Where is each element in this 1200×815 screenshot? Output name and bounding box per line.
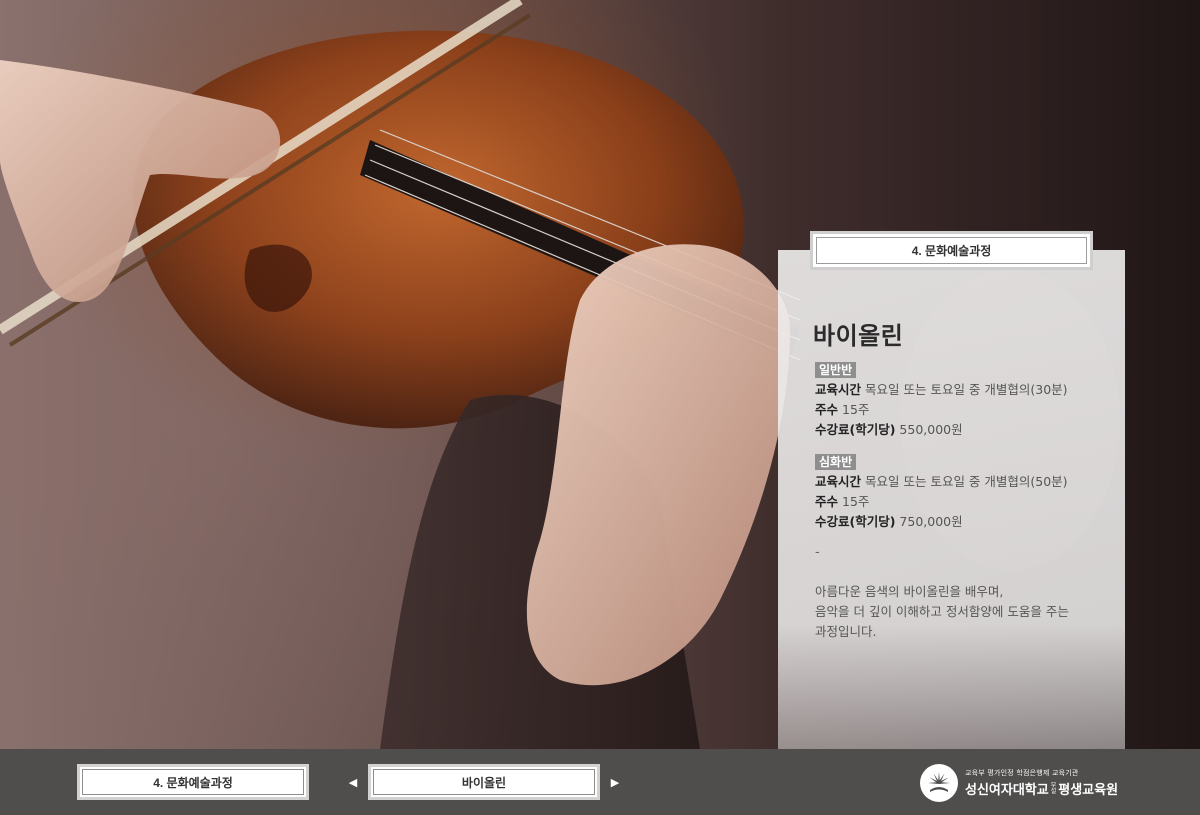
description-line: 과정입니다. bbox=[815, 624, 877, 639]
course-description: 아름다운 음색의 바이올린을 배우며, 음악을 더 깊이 이해하고 정서함양에 … bbox=[815, 582, 1115, 642]
class-row: 교육시간 목요일 또는 토요일 중 개별협의(30분) bbox=[815, 380, 1068, 400]
logo-emblem-icon bbox=[920, 764, 958, 802]
logo-subtitle: 교육부 평가인정 학점은행제 교육기관 bbox=[965, 769, 1079, 777]
row-value: 550,000원 bbox=[899, 422, 963, 437]
class-row: 교육시간 목요일 또는 토요일 중 개별협의(50분) bbox=[815, 472, 1068, 492]
institution-logo[interactable]: 교육부 평가인정 학점은행제 교육기관 성신여자대학교 부 설 평생교육원 bbox=[920, 763, 1120, 803]
logo-affix-bottom: 설 bbox=[1050, 787, 1057, 795]
class-block-advanced: 심화반 교육시간 목요일 또는 토요일 중 개별협의(50분) 주수 15주 수… bbox=[815, 452, 1068, 532]
logo-affix: 부 설 bbox=[1050, 782, 1057, 795]
row-label: 교육시간 bbox=[815, 382, 862, 397]
separator-dash: - bbox=[815, 545, 820, 560]
course-title: 바이올린 bbox=[813, 322, 904, 350]
next-course-button[interactable]: ▶ bbox=[608, 775, 622, 789]
row-value: 목요일 또는 토요일 중 개별협의(50분) bbox=[865, 474, 1068, 489]
row-label: 수강료(학기당) bbox=[815, 514, 896, 529]
nav-category-button[interactable]: 4. 문화예술과정 bbox=[77, 764, 309, 800]
class-row: 수강료(학기당) 750,000원 bbox=[815, 512, 1068, 532]
category-tab-label: 4. 문화예술과정 bbox=[816, 237, 1087, 264]
nav-category-label: 4. 문화예술과정 bbox=[82, 769, 304, 795]
row-label: 주수 bbox=[815, 402, 839, 417]
class-row: 주수 15주 bbox=[815, 492, 1068, 512]
row-label: 주수 bbox=[815, 494, 839, 509]
row-label: 교육시간 bbox=[815, 474, 862, 489]
class-row: 주수 15주 bbox=[815, 400, 1068, 420]
logo-name: 성신여자대학교 부 설 평생교육원 bbox=[965, 779, 1118, 798]
logo-text: 교육부 평가인정 학점은행제 교육기관 성신여자대학교 부 설 평생교육원 bbox=[965, 768, 1118, 798]
category-tab: 4. 문화예술과정 bbox=[810, 231, 1093, 270]
description-line: 음악을 더 깊이 이해하고 정서함양에 도움을 주는 bbox=[815, 604, 1069, 619]
logo-name-part2: 평생교육원 bbox=[1058, 783, 1119, 798]
class-row: 수강료(학기당) 550,000원 bbox=[815, 420, 1068, 440]
triangle-right-icon: ▶ bbox=[610, 775, 620, 789]
triangle-left-icon: ◀ bbox=[348, 775, 358, 789]
row-value: 목요일 또는 토요일 중 개별협의(30분) bbox=[865, 382, 1068, 397]
nav-current-label: 바이올린 bbox=[373, 769, 595, 795]
prev-course-button[interactable]: ◀ bbox=[346, 775, 360, 789]
class-badge: 일반반 bbox=[815, 362, 857, 378]
nav-current-course-button[interactable]: 바이올린 bbox=[368, 764, 600, 800]
logo-name-part1: 성신여자대학교 bbox=[965, 783, 1049, 798]
row-value: 750,000원 bbox=[899, 514, 963, 529]
row-value: 15주 bbox=[842, 402, 870, 417]
class-block-basic: 일반반 교육시간 목요일 또는 토요일 중 개별협의(30분) 주수 15주 수… bbox=[815, 360, 1068, 440]
row-value: 15주 bbox=[842, 494, 870, 509]
row-label: 수강료(학기당) bbox=[815, 422, 896, 437]
description-line: 아름다운 음색의 바이올린을 배우며, bbox=[815, 584, 1004, 599]
class-badge: 심화반 bbox=[815, 454, 857, 470]
